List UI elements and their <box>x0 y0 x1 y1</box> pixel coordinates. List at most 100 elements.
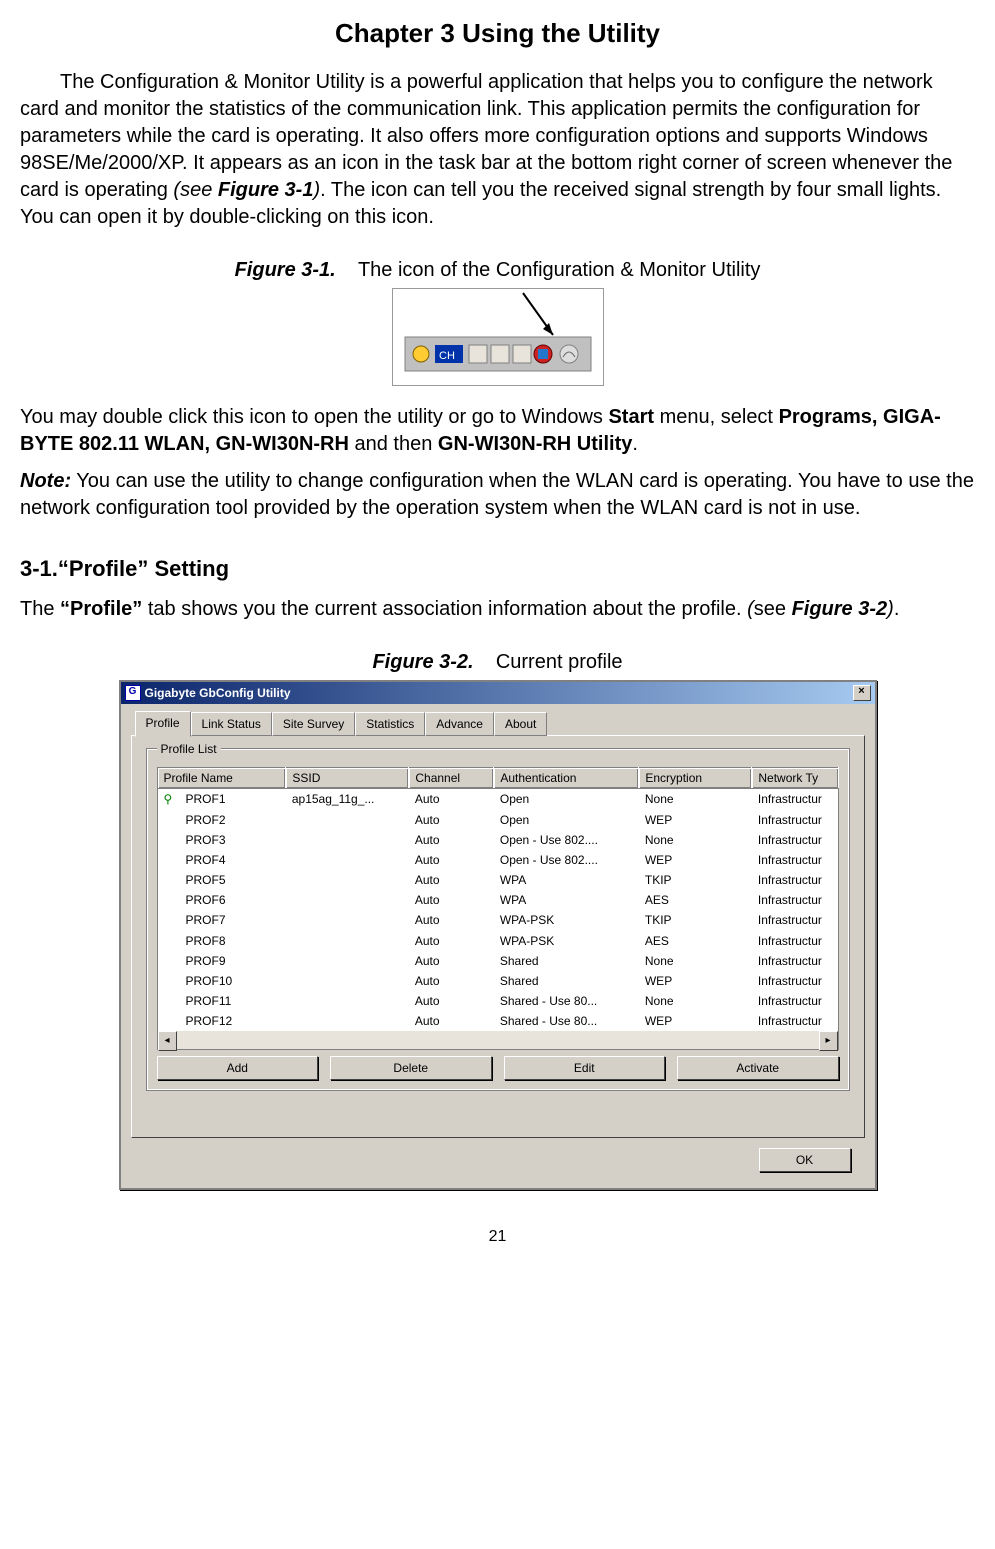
cell-network-type: Infrastructur <box>752 890 838 910</box>
section-3-1-heading: 3-1.“Profile” Setting <box>20 554 975 584</box>
table-row[interactable]: PROF4AutoOpen - Use 802....WEPInfrastruc… <box>157 850 838 870</box>
cell-network-type: Infrastructur <box>752 810 838 830</box>
sec-see-close: ) <box>887 598 894 620</box>
cell-encryption: WEP <box>639 1011 752 1032</box>
table-row[interactable]: PROF6AutoWPAAESInfrastructur <box>157 890 838 910</box>
cell-profile-name: PROF7 <box>180 910 286 930</box>
table-row[interactable]: PROF8AutoWPA-PSKAESInfrastructur <box>157 931 838 951</box>
cell-authentication: Shared <box>494 971 639 991</box>
active-profile-icon <box>157 870 180 890</box>
scroll-right-icon[interactable]: ▸ <box>819 1031 838 1051</box>
cell-authentication: Shared - Use 80... <box>494 991 639 1011</box>
sec-text-a: The <box>20 598 60 620</box>
col-ssid[interactable]: SSID <box>286 768 409 789</box>
profile-button-row: Add Delete Edit Activate <box>157 1056 839 1080</box>
table-row[interactable]: PROF2AutoOpenWEPInfrastructur <box>157 810 838 830</box>
active-profile-icon <box>157 951 180 971</box>
cell-network-type: Infrastructur <box>752 789 838 810</box>
after-fig-c: and then <box>349 433 438 455</box>
cell-profile-name: PROF12 <box>180 1011 286 1032</box>
cell-ssid <box>286 830 409 850</box>
scroll-track[interactable] <box>177 1031 819 1049</box>
tray-icons-illustration: CH <box>392 288 604 386</box>
intro-paragraph: The Configuration & Monitor Utility is a… <box>20 69 975 231</box>
scroll-left-icon[interactable]: ◂ <box>158 1031 177 1051</box>
active-profile-icon <box>157 991 180 1011</box>
edit-button[interactable]: Edit <box>504 1056 666 1080</box>
figure-ref-3-1: Figure 3-1 <box>218 179 314 201</box>
cell-encryption: WEP <box>639 850 752 870</box>
cell-authentication: Shared <box>494 951 639 971</box>
active-profile-icon <box>157 1011 180 1032</box>
cell-ssid <box>286 870 409 890</box>
cell-encryption: TKIP <box>639 870 752 890</box>
cell-channel: Auto <box>409 890 494 910</box>
cell-authentication: Open - Use 802.... <box>494 830 639 850</box>
active-profile-icon <box>157 810 180 830</box>
profile-table[interactable]: Profile Name SSID Channel Authentication… <box>157 767 839 1032</box>
tab-statistics[interactable]: Statistics <box>355 712 425 736</box>
figure-ref-3-2: Figure 3-2 <box>792 598 888 620</box>
cell-profile-name: PROF8 <box>180 931 286 951</box>
note-text: You can use the utility to change config… <box>20 470 974 519</box>
after-fig-d: . <box>632 433 638 455</box>
cell-profile-name: PROF5 <box>180 870 286 890</box>
cell-authentication: Open <box>494 789 639 810</box>
col-network-type[interactable]: Network Ty <box>752 768 838 789</box>
cell-ssid <box>286 931 409 951</box>
note-label: Note: <box>20 470 71 492</box>
active-profile-icon: ⚲ <box>157 789 180 810</box>
col-encryption[interactable]: Encryption <box>639 768 752 789</box>
col-channel[interactable]: Channel <box>409 768 494 789</box>
tab-profile[interactable]: Profile <box>135 711 191 737</box>
tab-link-status[interactable]: Link Status <box>191 712 272 736</box>
cell-profile-name: PROF4 <box>180 850 286 870</box>
dialog-title-text: Gigabyte GbConfig Utility <box>145 685 291 701</box>
cell-authentication: Shared - Use 80... <box>494 1011 639 1032</box>
horizontal-scrollbar[interactable]: ◂ ▸ <box>157 1031 839 1050</box>
tab-advance[interactable]: Advance <box>425 712 494 736</box>
ok-button[interactable]: OK <box>759 1148 851 1172</box>
cell-channel: Auto <box>409 870 494 890</box>
close-icon[interactable]: × <box>853 685 871 701</box>
figure-3-2-caption: Figure 3-2. Current profile <box>20 649 975 676</box>
groupbox-legend: Profile List <box>157 741 221 757</box>
table-row[interactable]: PROF3AutoOpen - Use 802....NoneInfrastru… <box>157 830 838 850</box>
cell-encryption: AES <box>639 931 752 951</box>
dialog-footer: OK <box>131 1138 865 1172</box>
sec-text-b: tab shows you the current association in… <box>142 598 747 620</box>
figure-3-1-caption: Figure 3-1. The icon of the Configuratio… <box>20 257 975 284</box>
table-row[interactable]: PROF7AutoWPA-PSKTKIPInfrastructur <box>157 910 838 930</box>
col-profile-name[interactable]: Profile Name <box>157 768 286 789</box>
table-row[interactable]: PROF9AutoSharedNoneInfrastructur <box>157 951 838 971</box>
cell-encryption: None <box>639 789 752 810</box>
table-row[interactable]: PROF12 AutoShared - Use 80...WEPInfrastru… <box>157 1011 838 1032</box>
tab-pane-profile: Profile List Profile Name SSID Channel A… <box>131 735 865 1138</box>
table-row[interactable]: PROF11AutoShared - Use 80...NoneInfrastr… <box>157 991 838 1011</box>
table-row[interactable]: PROF10AutoSharedWEPInfrastructur <box>157 971 838 991</box>
tab-about[interactable]: About <box>494 712 547 736</box>
cell-ssid <box>286 910 409 930</box>
col-authentication[interactable]: Authentication <box>494 768 639 789</box>
cell-profile-name: PROF2 <box>180 810 286 830</box>
cell-profile-name: PROF9 <box>180 951 286 971</box>
profile-quoted: “Profile” <box>60 598 142 620</box>
figure-3-1-image: CH <box>20 288 975 394</box>
cell-network-type: Infrastructur <box>752 971 838 991</box>
cell-network-type: Infrastructur <box>752 931 838 951</box>
delete-button[interactable]: Delete <box>330 1056 492 1080</box>
tab-site-survey[interactable]: Site Survey <box>272 712 355 736</box>
activate-button[interactable]: Activate <box>677 1056 839 1080</box>
cell-network-type: Infrastructur <box>752 850 838 870</box>
table-row[interactable]: PROF5AutoWPATKIPInfrastructur <box>157 870 838 890</box>
cell-network-type: Infrastructur <box>752 1011 838 1032</box>
table-row[interactable]: ⚲PROF1ap15ag_11g_...AutoOpenNoneInfrastr… <box>157 789 838 810</box>
cell-channel: Auto <box>409 910 494 930</box>
figure-3-2-label: Figure 3-2. <box>372 651 473 673</box>
add-button[interactable]: Add <box>157 1056 319 1080</box>
intro-see: (see <box>173 179 217 201</box>
cell-authentication: WPA <box>494 890 639 910</box>
dialog-titlebar[interactable]: G Gigabyte GbConfig Utility × <box>121 682 875 704</box>
cell-channel: Auto <box>409 1011 494 1032</box>
cell-ssid <box>286 850 409 870</box>
